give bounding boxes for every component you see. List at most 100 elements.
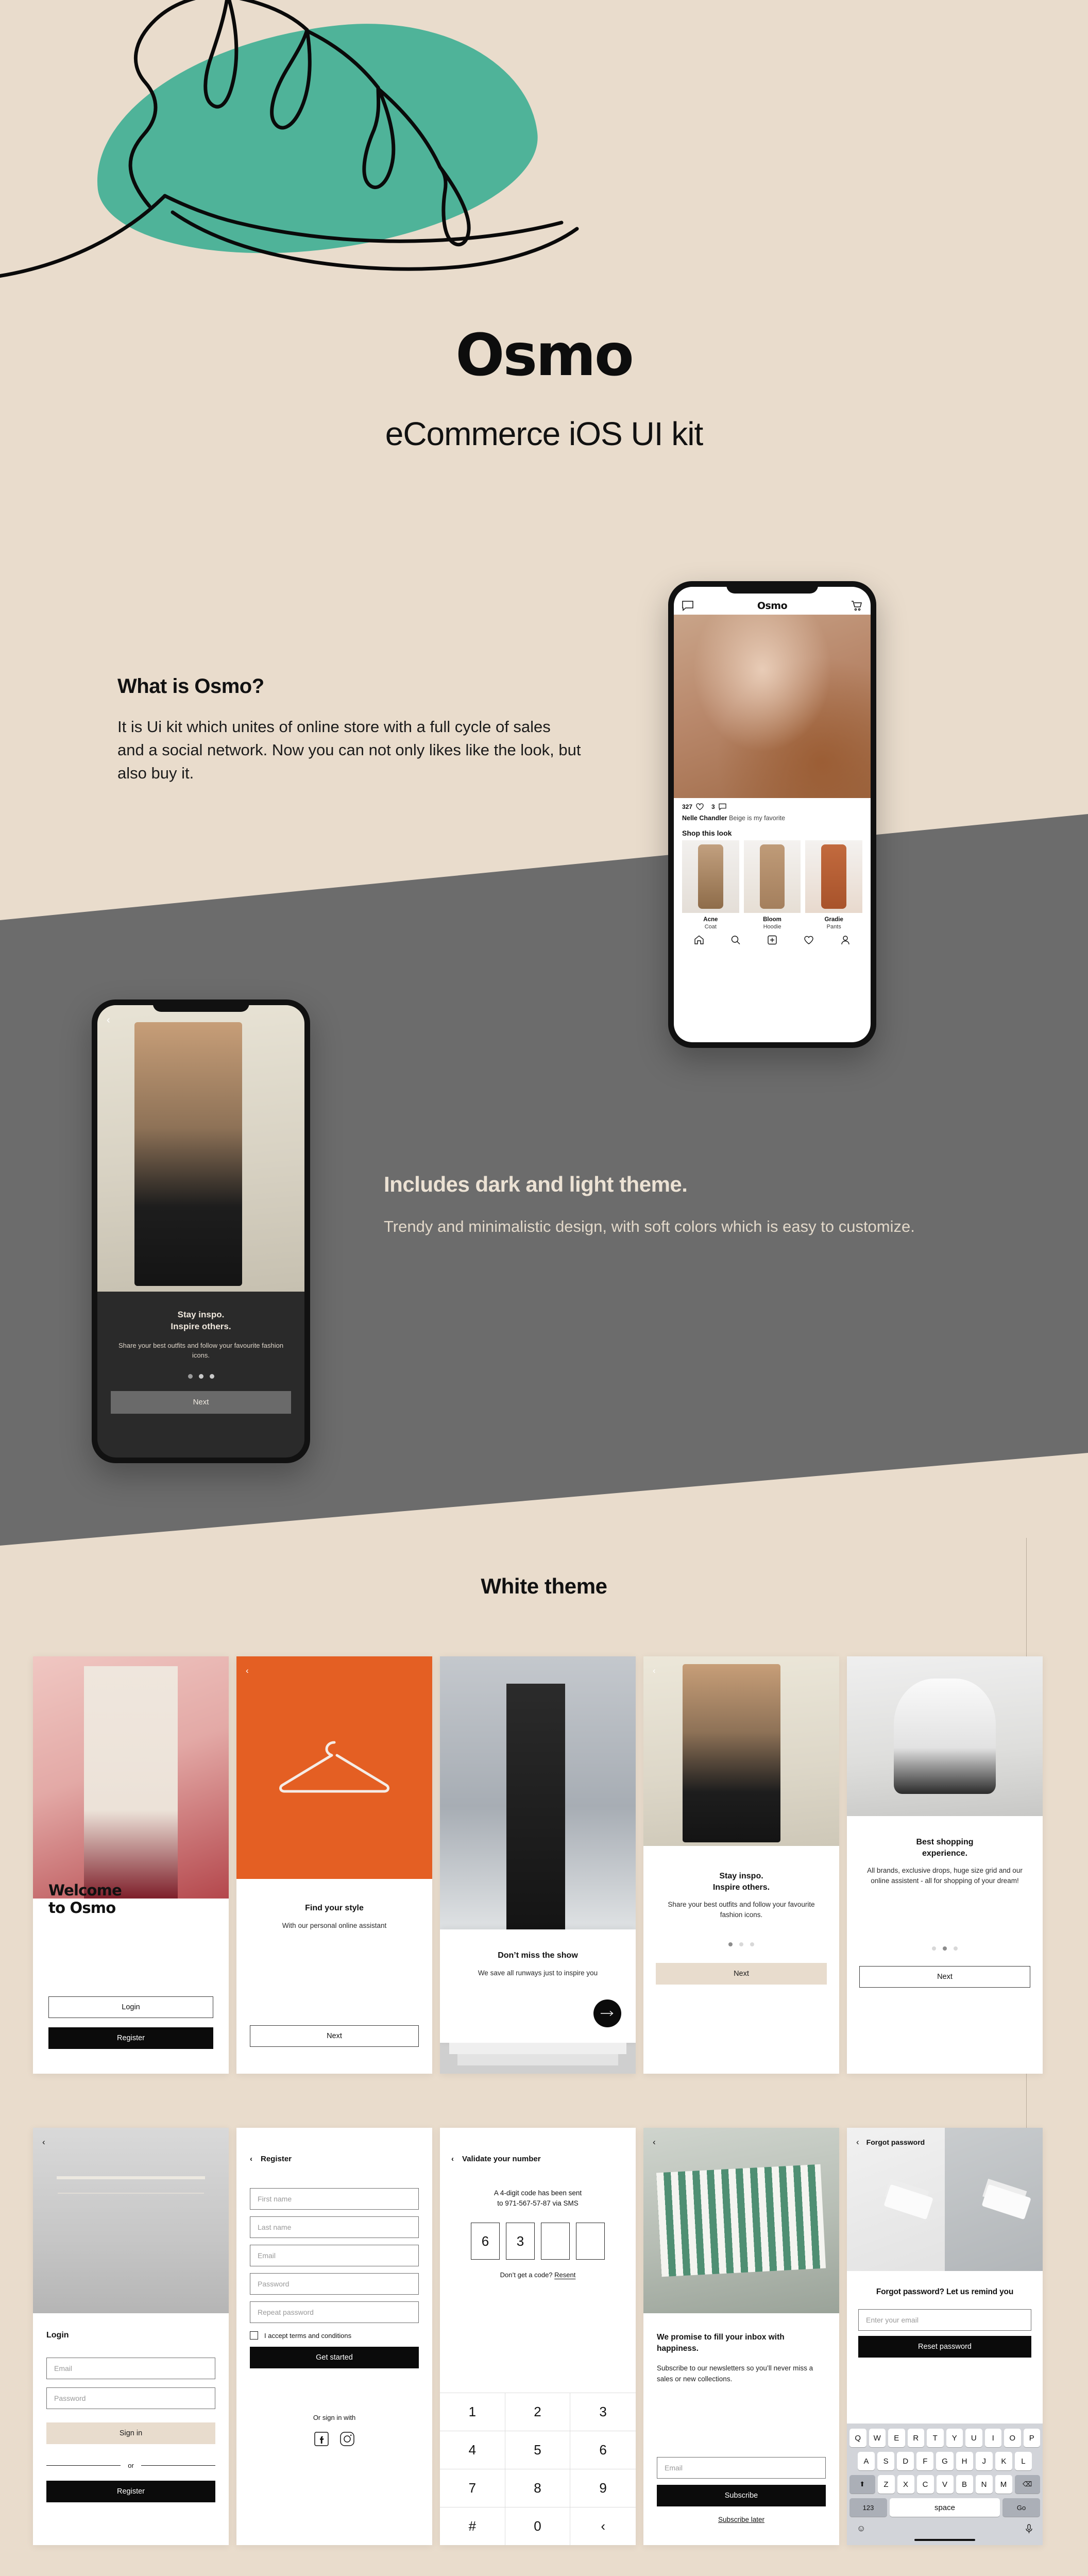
numbers-key[interactable]: 123 [849, 2498, 887, 2517]
key-W[interactable]: W [869, 2429, 886, 2447]
otp-digit-3[interactable] [541, 2223, 570, 2260]
comment-icon[interactable] [719, 803, 726, 810]
back-icon[interactable]: ‹ [250, 2155, 252, 2163]
repeat-password-field[interactable]: Repeat password [250, 2301, 419, 2323]
carousel-dot[interactable] [739, 1942, 743, 1947]
key-K[interactable]: K [995, 2452, 1012, 2470]
mic-icon[interactable] [1025, 2523, 1033, 2534]
home-icon[interactable] [694, 935, 704, 945]
email-field[interactable]: Email [46, 2358, 215, 2379]
key-J[interactable]: J [975, 2452, 993, 2470]
email-field[interactable]: Enter your email [858, 2309, 1031, 2331]
key-N[interactable]: N [975, 2475, 993, 2494]
back-icon[interactable]: ‹ [856, 2137, 859, 2147]
sign-in-button[interactable]: Sign in [46, 2422, 215, 2444]
cart-icon[interactable] [851, 601, 862, 611]
keypad-key-1[interactable]: 1 [440, 2393, 505, 2431]
backspace-key-icon[interactable]: ⌫ [1014, 2475, 1040, 2494]
back-icon[interactable]: ‹ [246, 1666, 249, 1676]
product-card[interactable]: Acne Coat [682, 840, 739, 930]
first-name-field[interactable]: First name [250, 2188, 419, 2210]
back-icon[interactable]: ‹ [653, 2137, 656, 2147]
key-R[interactable]: R [907, 2429, 924, 2447]
carousel-dot[interactable] [932, 1946, 936, 1951]
key-G[interactable]: G [936, 2452, 954, 2470]
key-B[interactable]: B [956, 2475, 973, 2494]
password-field[interactable]: Password [46, 2387, 215, 2409]
key-Y[interactable]: Y [946, 2429, 963, 2447]
back-icon[interactable]: ‹ [42, 2137, 45, 2147]
login-button[interactable]: Login [48, 1996, 213, 2018]
key-F[interactable]: F [916, 2452, 934, 2470]
subscribe-later-link[interactable]: Subscribe later [657, 2516, 826, 2523]
otp-digit-1[interactable]: 6 [471, 2223, 500, 2260]
heart-icon[interactable] [804, 935, 814, 945]
key-H[interactable]: H [956, 2452, 973, 2470]
keypad-key-3[interactable]: 3 [570, 2393, 636, 2431]
back-icon[interactable]: ‹ [107, 1014, 110, 1026]
product-card[interactable]: Gradie Pants [805, 840, 863, 930]
key-U[interactable]: U [965, 2429, 982, 2447]
key-I[interactable]: I [984, 2429, 1001, 2447]
key-D[interactable]: D [897, 2452, 914, 2470]
facebook-icon[interactable] [314, 2432, 329, 2446]
get-started-button[interactable]: Get started [250, 2347, 419, 2368]
profile-icon[interactable] [840, 935, 851, 945]
reset-password-button[interactable]: Reset password [858, 2335, 1031, 2358]
key-C[interactable]: C [916, 2475, 934, 2494]
resend-link[interactable]: Resent [554, 2271, 575, 2279]
post-author[interactable]: Nelle Chandler [682, 815, 727, 822]
shift-key-icon[interactable]: ⬆ [849, 2475, 875, 2494]
carousel-dot[interactable] [209, 1374, 214, 1379]
key-T[interactable]: T [927, 2429, 944, 2447]
keypad-key-5[interactable]: 5 [505, 2431, 571, 2469]
last-name-field[interactable]: Last name [250, 2216, 419, 2238]
ios-keyboard[interactable]: Q W E R T Y U I O P A S D F G H J K L ⬆ … [847, 2424, 1043, 2545]
terms-checkbox[interactable] [250, 2331, 258, 2340]
search-icon[interactable] [730, 935, 741, 945]
add-icon[interactable] [767, 935, 777, 945]
keypad-key-hash[interactable]: # [440, 2507, 505, 2545]
back-icon[interactable]: ‹ [653, 1666, 656, 1676]
keypad-key-8[interactable]: 8 [505, 2469, 571, 2507]
key-E[interactable]: E [888, 2429, 905, 2447]
space-key[interactable]: space [889, 2498, 1000, 2517]
back-icon[interactable]: ‹ [451, 2155, 454, 2163]
key-L[interactable]: L [1014, 2452, 1032, 2470]
email-field[interactable]: Email [250, 2245, 419, 2266]
keypad-key-2[interactable]: 2 [505, 2393, 571, 2431]
product-card[interactable]: Bloom Hoodie [743, 840, 801, 930]
next-button[interactable]: Next [859, 1966, 1030, 1988]
keypad-key-0[interactable]: 0 [505, 2507, 571, 2545]
next-button[interactable]: Next [656, 1963, 827, 1985]
key-S[interactable]: S [877, 2452, 895, 2470]
register-button[interactable]: Register [48, 2027, 213, 2049]
keypad-key-6[interactable]: 6 [570, 2431, 636, 2469]
carousel-dot-active[interactable] [728, 1942, 733, 1947]
key-Z[interactable]: Z [877, 2475, 895, 2494]
carousel-dot-active[interactable] [188, 1374, 193, 1379]
key-P[interactable]: P [1023, 2429, 1040, 2447]
next-arrow-button[interactable] [593, 1999, 621, 2027]
next-button[interactable]: Next [111, 1391, 291, 1414]
message-icon[interactable] [682, 601, 693, 611]
key-X[interactable]: X [897, 2475, 914, 2494]
key-O[interactable]: O [1004, 2429, 1021, 2447]
key-Q[interactable]: Q [849, 2429, 866, 2447]
key-M[interactable]: M [995, 2475, 1012, 2494]
heart-icon[interactable] [696, 803, 704, 810]
otp-input-group[interactable]: 6 3 [451, 2223, 624, 2260]
carousel-dot[interactable] [954, 1946, 958, 1951]
subscribe-button[interactable]: Subscribe [657, 2485, 826, 2506]
instagram-icon[interactable] [340, 2432, 354, 2446]
otp-digit-2[interactable]: 3 [506, 2223, 535, 2260]
carousel-dot[interactable] [750, 1942, 754, 1947]
emoji-icon[interactable]: ☺ [857, 2523, 865, 2534]
go-key[interactable]: Go [1002, 2498, 1040, 2517]
keypad-key-4[interactable]: 4 [440, 2431, 505, 2469]
carousel-dots[interactable] [111, 1374, 291, 1379]
carousel-dots[interactable] [656, 1942, 827, 1947]
terms-row[interactable]: I accept terms and conditions [250, 2331, 419, 2340]
password-field[interactable]: Password [250, 2273, 419, 2295]
register-button[interactable]: Register [46, 2481, 215, 2502]
